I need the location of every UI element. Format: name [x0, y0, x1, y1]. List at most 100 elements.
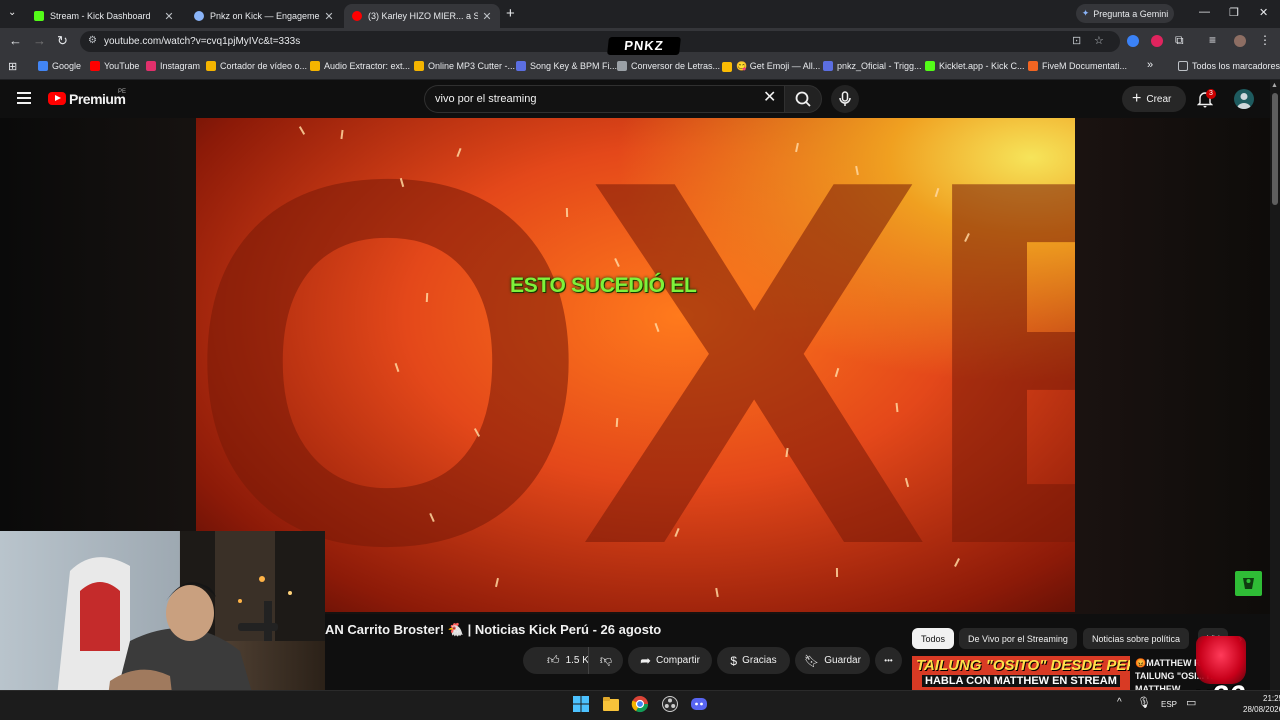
hamburger-menu-icon[interactable]: [17, 92, 31, 104]
bookmark-label: pnkz_Oficial - Trigg...: [837, 61, 922, 71]
bookmark-star-icon[interactable]: ☆: [1094, 34, 1104, 47]
thanks-button[interactable]: $ Gracias: [717, 647, 790, 674]
bookmark-label: Instagram: [160, 61, 201, 71]
video-player[interactable]: OXEI: [196, 118, 1075, 612]
bookmark-item[interactable]: Kicklet.app - Kick C...: [925, 61, 1025, 71]
tray-overflow-icon[interactable]: ^: [1117, 697, 1122, 708]
tab-kick-engagement[interactable]: Pnkz on Kick — Engagement A ✕: [186, 4, 342, 28]
bookmark-item[interactable]: Google: [38, 61, 81, 71]
youtube-icon: [352, 11, 362, 21]
chrome-icon[interactable]: [631, 695, 649, 713]
forward-icon[interactable]: →: [33, 33, 46, 48]
extension-icon[interactable]: [1127, 35, 1139, 47]
clear-search-icon[interactable]: ✕: [763, 90, 776, 106]
microphone-icon: [839, 91, 851, 106]
bookmark-label: Audio Extractor: ext...: [324, 61, 411, 71]
file-explorer-icon[interactable]: [602, 695, 620, 713]
close-tab-icon[interactable]: ✕: [324, 10, 334, 23]
spark-particle: [835, 567, 839, 578]
minimize-icon[interactable]: —: [1199, 6, 1210, 18]
install-app-icon[interactable]: ⊡: [1072, 34, 1081, 47]
reload-icon[interactable]: ↻: [57, 33, 68, 49]
scrollbar-thumb[interactable]: [1272, 93, 1278, 205]
bookmark-item[interactable]: Song Key & BPM Fi...: [516, 61, 617, 71]
share-button[interactable]: ➦ Compartir: [628, 647, 712, 674]
user-avatar-icon: [1237, 93, 1251, 109]
voice-search-button[interactable]: [831, 85, 859, 113]
microphone-tray-icon[interactable]: 🎙︎: [1137, 696, 1151, 709]
bookmark-item[interactable]: Conversor de Letras...: [617, 61, 720, 71]
close-window-icon[interactable]: ✕: [1259, 6, 1268, 19]
save-button[interactable]: 🔖︎ Guardar: [795, 647, 870, 674]
gemini-button[interactable]: ✦ Pregunta a Gemini: [1076, 4, 1174, 23]
pnkz-watermark: PNKZ: [607, 37, 681, 55]
search-input[interactable]: vivo por el streaming: [424, 85, 784, 113]
chip-noticias-sobre-politica[interactable]: Noticias sobre política: [1083, 628, 1190, 649]
bookmark-favicon-icon: [38, 61, 48, 71]
new-tab-button[interactable]: +: [506, 5, 515, 22]
kick-engagement-icon: [194, 11, 204, 21]
thumbs-up-icon: 👍︎: [547, 653, 560, 667]
system-clock[interactable]: 21:25 28/08/2026: [1243, 693, 1280, 715]
back-icon[interactable]: ←: [9, 33, 22, 48]
bookmark-favicon-icon: [823, 61, 833, 71]
reading-list-icon[interactable]: ≡: [1209, 33, 1216, 47]
all-bookmarks-folder[interactable]: Todos los marcadores: [1178, 61, 1280, 71]
youtube-logo-icon[interactable]: [48, 92, 66, 105]
bookmark-item[interactable]: pnkz_Oficial - Trigg...: [823, 61, 922, 71]
like-count: 1.5 K: [565, 655, 589, 666]
discord-icon[interactable]: [690, 695, 708, 713]
bookmark-item[interactable]: 😋 Get Emoji — All...: [722, 61, 820, 72]
share-arrow-icon: ➦: [640, 652, 651, 668]
bookmark-label: FiveM Documentati...: [1042, 61, 1128, 71]
clock-time: 21:25: [1263, 694, 1280, 703]
close-tab-icon[interactable]: ✕: [164, 10, 174, 23]
more-actions-button[interactable]: •••: [875, 647, 902, 674]
bookmark-item[interactable]: FiveM Documentati...: [1028, 61, 1127, 71]
country-code: PE: [118, 89, 127, 95]
chip-todos[interactable]: Todos: [912, 628, 955, 649]
bookmark-item[interactable]: Instagram: [146, 61, 200, 71]
dislike-button[interactable]: 👎︎: [588, 647, 623, 674]
thumbs-down-icon: 👎︎: [599, 653, 613, 667]
bookmark-item[interactable]: Audio Extractor: ext...: [310, 61, 410, 71]
chrome-menu-icon[interactable]: ⋮: [1259, 33, 1271, 47]
bookmark-item[interactable]: Online MP3 Cutter -...: [414, 61, 515, 71]
bookmark-item[interactable]: YouTube: [90, 61, 139, 71]
scroll-up-arrow-icon[interactable]: ▲: [1271, 82, 1278, 89]
close-tab-icon[interactable]: ✕: [482, 10, 492, 23]
tab-title: (3) Karley HIZO MIER... a SIDER: [368, 11, 478, 21]
restore-icon[interactable]: ❐: [1229, 6, 1239, 19]
tab-search-chevron-icon[interactable]: ⌄: [8, 7, 16, 18]
obs-icon[interactable]: [661, 695, 679, 713]
youtube-premium-logo[interactable]: Premium: [69, 91, 126, 107]
tab-kick-dashboard[interactable]: Stream - Kick Dashboard ✕: [26, 4, 182, 28]
address-bar[interactable]: ⚙ youtube.com/watch?v=cvq1pjMyIVc&t=333s…: [80, 31, 1120, 52]
input-language[interactable]: ESP: [1161, 700, 1177, 709]
search-button[interactable]: [784, 85, 822, 113]
tab-title: Stream - Kick Dashboard: [50, 11, 151, 21]
kick-icon: [34, 11, 44, 21]
network-icon[interactable]: ▭: [1186, 696, 1196, 709]
bookmark-item[interactable]: Cortador de vídeo o...: [206, 61, 307, 71]
bookmarks-overflow-icon[interactable]: »: [1147, 59, 1153, 71]
bookmark-favicon-icon: [516, 61, 526, 71]
windows-start-icon[interactable]: [572, 695, 590, 713]
extension-icon[interactable]: [1151, 35, 1163, 47]
cup-icon: [1243, 578, 1254, 589]
tab-youtube-video[interactable]: (3) Karley HIZO MIER... a SIDER ✕: [344, 4, 500, 28]
video-subtitle: ESTO SUCEDIÓ EL: [510, 274, 697, 297]
bookmark-favicon-icon: [414, 61, 424, 71]
apps-grid-icon[interactable]: ⊞: [8, 60, 17, 73]
thumbnail-headline: TAILUNG "OSITO" DESDE PERU: [916, 657, 1130, 674]
avatar[interactable]: [1234, 89, 1254, 109]
create-button[interactable]: + Crear: [1122, 86, 1186, 112]
extensions-puzzle-icon[interactable]: ⧉: [1175, 33, 1184, 48]
search-value: vivo por el streaming: [435, 93, 537, 105]
recommended-video-thumbnail[interactable]: TAILUNG "OSITO" DESDE PERU HABLA CON MAT…: [912, 656, 1130, 690]
site-info-icon[interactable]: ⚙: [88, 35, 97, 46]
bookmark-label: 😋 Get Emoji — All...: [736, 61, 821, 71]
chip-de-vivo-por-el-streaming[interactable]: De Vivo por el Streaming: [959, 628, 1077, 649]
all-bookmarks-label: Todos los marcadores: [1192, 61, 1280, 71]
profile-avatar-icon[interactable]: [1234, 35, 1246, 47]
